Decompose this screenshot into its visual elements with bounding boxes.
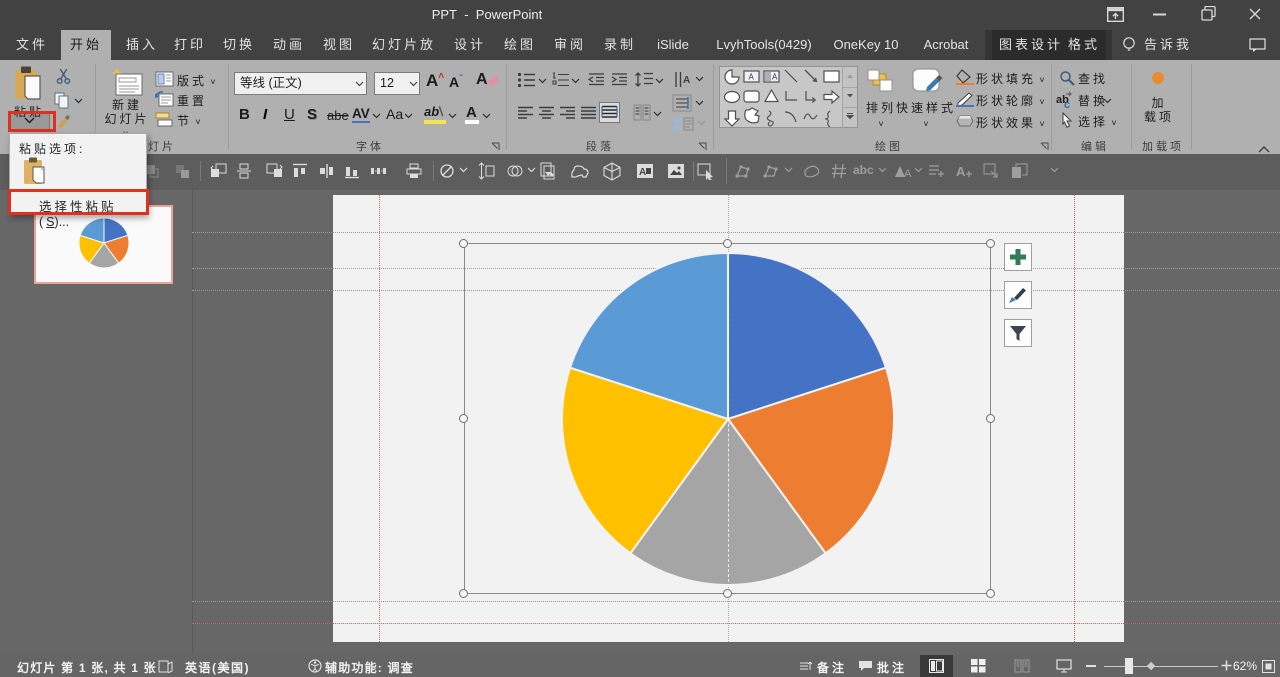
svg-text:A: A	[772, 73, 778, 82]
svg-text:A: A	[683, 75, 690, 86]
svg-text:A: A	[639, 167, 646, 178]
svg-text:A: A	[956, 164, 966, 179]
svg-text:c: c	[1064, 99, 1070, 108]
svg-text:A: A	[749, 73, 755, 82]
svg-text:A: A	[904, 168, 912, 179]
